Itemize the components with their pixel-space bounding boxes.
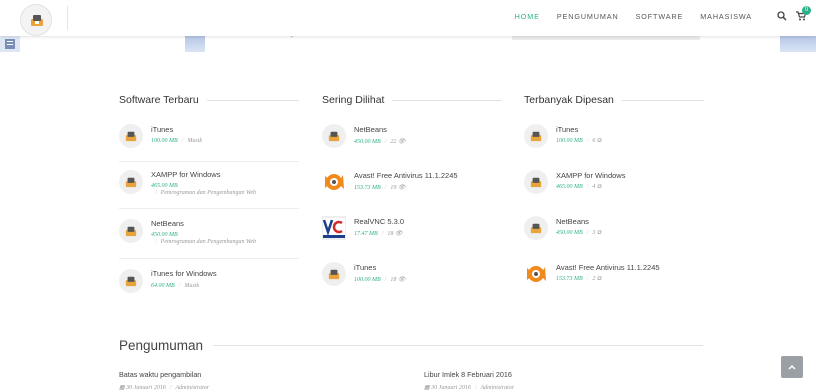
- software-icon: [530, 177, 542, 188]
- hero-strip-gray: [512, 36, 700, 40]
- hero-strip-left: [0, 36, 20, 52]
- item-meta: 465.00 MB/4 ⧉: [556, 184, 602, 190]
- cart-count-badge: 0: [802, 6, 811, 15]
- item-meta: 100.00 MB/6 ⧉: [556, 138, 602, 144]
- item-category: / Pemrograman dan Pengembangan Web: [155, 239, 257, 245]
- software-icon: [125, 131, 137, 142]
- software-icon: [125, 276, 137, 287]
- nav-home[interactable]: HOME: [515, 12, 540, 21]
- avast-icon: [325, 174, 344, 190]
- item-name[interactable]: iTunes: [556, 125, 578, 134]
- item-category: / Pemrograman dan Pengembangan Web: [155, 190, 257, 196]
- nav-pengumuman[interactable]: PENGUMUMAN: [557, 12, 619, 21]
- order-icon: ⧉: [596, 138, 602, 144]
- eye-icon: 👁: [397, 185, 406, 191]
- navbar: HOME PENGUMUMAN SOFTWARE MAHASISWA 0: [0, 0, 816, 36]
- column-title: Terbanyak Dipesan: [524, 94, 704, 106]
- avast-icon: [527, 266, 546, 282]
- order-icon: ⧉: [596, 276, 602, 282]
- item-meta: 100.00 MB / Musik: [151, 138, 203, 144]
- item-name[interactable]: XAMPP for Windows: [556, 171, 625, 180]
- software-icon: [530, 223, 542, 234]
- column-sering-dilihat: Sering Dilihat NetBeans 450.00 MB/22 👁 A…: [321, 94, 502, 286]
- site-logo[interactable]: [20, 4, 52, 36]
- item-size: 450.00 MB: [151, 232, 178, 238]
- item-meta: 100.00 MB/18 👁: [354, 277, 406, 283]
- back-to-top-button[interactable]: [781, 356, 803, 378]
- item-meta: 450.00 MB/22 👁: [354, 139, 406, 145]
- item-name[interactable]: Avast! Free Antivirus 11.1.2245: [354, 171, 458, 180]
- nav-icons: 0: [777, 6, 811, 24]
- item-divider: [119, 258, 299, 259]
- announcement-meta: ▦ 30 Januari 2016/Administrator: [424, 385, 515, 391]
- item-name[interactable]: RealVNC 5.3.0: [354, 217, 404, 226]
- cart-button[interactable]: 0: [796, 6, 811, 24]
- item-name[interactable]: NetBeans: [354, 125, 387, 134]
- hero-strip-3: [780, 36, 816, 52]
- announcement-title[interactable]: Batas waktu pengambilan: [119, 370, 201, 379]
- column-title: Sering Dilihat: [322, 94, 502, 106]
- calendar-icon: ▦: [424, 385, 430, 391]
- software-icon: [328, 269, 340, 280]
- eye-icon: 👁: [397, 139, 406, 145]
- item-size: 465.00 MB: [151, 183, 178, 189]
- column-terbanyak-dipesan: Terbanyak Dipesan iTunes 100.00 MB/6 ⧉ X…: [524, 94, 704, 282]
- item-name[interactable]: XAMPP for Windows: [151, 170, 220, 179]
- software-icon: [125, 226, 137, 237]
- item-meta: 153.73 MB/2 ⧉: [556, 276, 602, 282]
- order-icon: ⧉: [596, 230, 602, 236]
- order-icon: ⧉: [596, 184, 602, 190]
- eye-icon: 👁: [394, 231, 403, 237]
- item-meta: 64.00 MB / Musik: [151, 283, 200, 289]
- eye-icon: 👁: [397, 277, 406, 283]
- calendar-icon: ▦: [119, 385, 125, 391]
- software-icon: [328, 131, 340, 142]
- item-meta: 17.47 MB/18 👁: [354, 231, 403, 237]
- hero-strip-2: [185, 36, 205, 52]
- item-name[interactable]: NetBeans: [151, 219, 184, 228]
- column-title: Software Terbaru: [119, 94, 299, 106]
- navbar-divider: [67, 6, 68, 30]
- nav-software[interactable]: SOFTWARE: [636, 12, 684, 21]
- realvnc-icon: [321, 216, 347, 240]
- announcement-meta: ▦ 30 Januari 2016/Administrator: [119, 385, 210, 391]
- announcement-title[interactable]: Libur Imlek 8 Februari 2016: [424, 370, 512, 379]
- search-icon[interactable]: [777, 11, 787, 21]
- item-divider: [119, 161, 299, 162]
- announcements-title: Pengumuman: [119, 338, 703, 353]
- nav-mahasiswa[interactable]: MAHASISWA: [700, 12, 752, 21]
- item-meta: 450.00 MB/3 ⧉: [556, 230, 602, 236]
- main-nav: HOME PENGUMUMAN SOFTWARE MAHASISWA: [515, 12, 752, 21]
- logo-icon: [31, 15, 43, 26]
- item-meta: 153.73 MB/19 👁: [354, 185, 406, 191]
- item-name[interactable]: iTunes: [354, 263, 376, 272]
- document-icon: [5, 39, 15, 49]
- item-divider: [119, 208, 299, 209]
- software-icon: [530, 131, 542, 142]
- software-icon: [125, 177, 137, 188]
- item-name[interactable]: NetBeans: [556, 217, 589, 226]
- item-name[interactable]: iTunes for Windows: [151, 269, 217, 278]
- item-name[interactable]: iTunes: [151, 125, 173, 134]
- item-name[interactable]: Avast! Free Antivirus 11.1.2245: [556, 263, 660, 272]
- chevron-up-icon: [788, 364, 796, 370]
- column-software-terbaru: Software Terbaru iTunes 100.00 MB / Musik …: [119, 94, 299, 293]
